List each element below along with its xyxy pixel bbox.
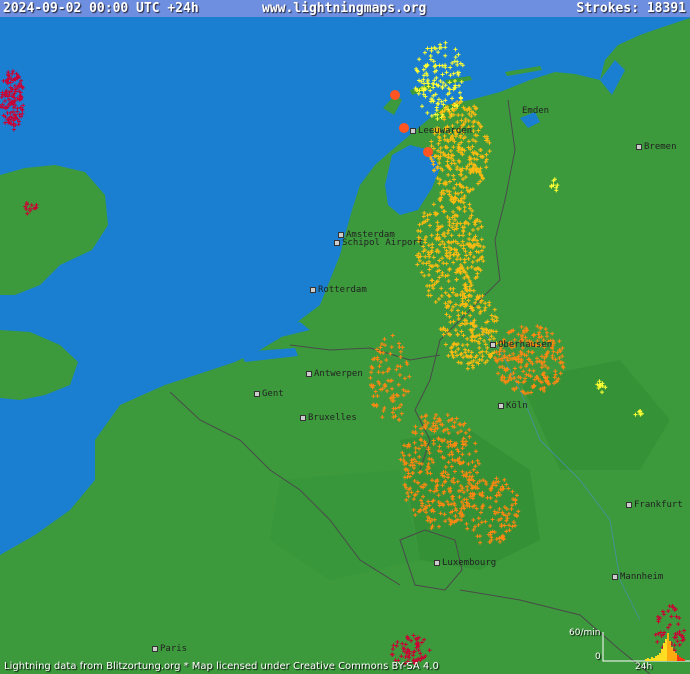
site-link[interactable]: www.lightningmaps.org	[262, 0, 426, 17]
datetime-label: 2024-09-02 00:00 UTC +24h	[3, 1, 199, 16]
histogram-bar	[653, 658, 655, 661]
lightning-map[interactable]: 2024-09-02 00:00 UTC +24h www.lightningm…	[0, 0, 690, 674]
city-schipol: Schipol Airport	[334, 238, 423, 248]
strike-patch	[390, 90, 400, 100]
strokes-count: 18391	[646, 1, 686, 16]
city-mannheim: Mannheim	[612, 572, 663, 582]
histogram-bar	[671, 647, 673, 661]
histogram-bar	[665, 639, 667, 661]
city-gent: Gent	[254, 389, 284, 399]
city-antwerpen: Antwerpen	[306, 369, 363, 379]
histogram-zero-label: 0	[595, 652, 601, 662]
strokes-counter: Strokes: 18391	[576, 0, 686, 17]
histogram-bar	[683, 659, 685, 661]
histogram-bar	[677, 655, 679, 661]
histogram-bar	[661, 649, 663, 661]
histogram-bar	[655, 656, 657, 661]
city-bremen: Bremen	[636, 142, 677, 152]
strokes-label: Strokes:	[576, 1, 640, 16]
city-bruxelles: Bruxelles	[300, 413, 357, 423]
histogram-bar	[675, 653, 677, 661]
strike-patch	[423, 147, 433, 157]
histogram-bar	[679, 657, 681, 661]
histogram-bar	[669, 641, 671, 661]
histogram-rate-label: 60/min	[569, 628, 601, 638]
city-koln: Köln	[498, 401, 528, 411]
city-luxembourg: Luxembourg	[434, 558, 496, 568]
city-frankfurt: Frankfurt	[626, 500, 683, 510]
histogram-bar	[657, 655, 659, 661]
city-emden: Emden	[522, 106, 550, 116]
city-rotterdam: Rotterdam	[310, 285, 367, 295]
strike-patch	[399, 123, 409, 133]
histogram-bar	[663, 643, 665, 661]
attribution-text: Lightning data from Blitzortung.org * Ma…	[4, 661, 439, 672]
city-leeuwarden: Leeuwarden	[410, 126, 472, 136]
histogram-span-label: 24h	[635, 662, 653, 672]
histogram-bar	[673, 651, 675, 661]
histogram-bar	[681, 658, 683, 661]
histogram-bar	[649, 659, 651, 661]
histogram-bar	[659, 653, 661, 661]
histogram-bar	[647, 658, 649, 661]
city-paris: Paris	[152, 644, 187, 654]
histogram-bar	[645, 659, 647, 661]
histogram-bar	[667, 633, 669, 661]
map-canvas	[0, 0, 690, 674]
histogram-bar	[651, 657, 653, 661]
city-oberhausen: Oberhausen	[490, 340, 552, 350]
